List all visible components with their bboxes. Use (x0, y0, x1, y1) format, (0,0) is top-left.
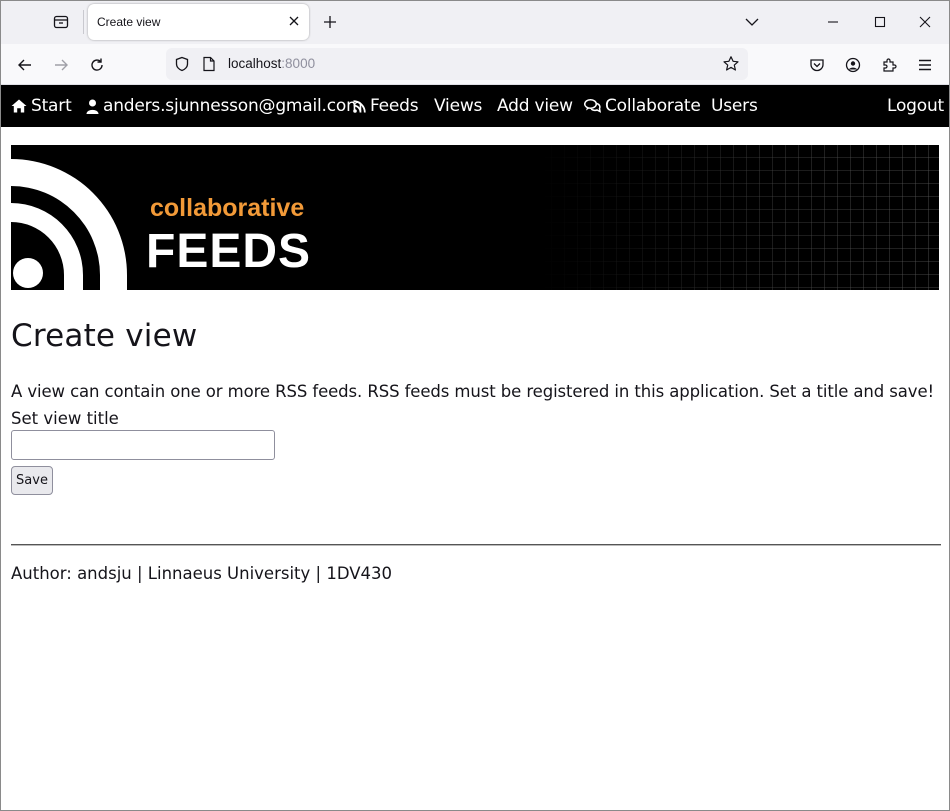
nav-logout-link[interactable]: Logout (887, 96, 944, 116)
tab-separator (83, 10, 84, 34)
browser-tab-active[interactable]: Create view (88, 4, 309, 40)
save-button[interactable]: Save (11, 466, 53, 495)
back-arrow-icon[interactable] (12, 52, 38, 78)
nav-users-link[interactable]: Users (711, 96, 758, 116)
new-tab-plus-icon[interactable] (318, 10, 342, 34)
nav-views-link[interactable]: Views (434, 96, 482, 116)
url-host: localhost (228, 56, 282, 71)
page-info-icon[interactable] (202, 56, 216, 72)
pocket-icon[interactable] (804, 52, 830, 78)
banner-subtitle: collaborative (150, 194, 305, 222)
nav-add-view-link[interactable]: Add view (497, 96, 573, 116)
close-tab-icon[interactable] (287, 14, 301, 28)
nav-views-label: Views (434, 96, 483, 116)
firefox-view-icon[interactable] (46, 8, 76, 36)
nav-start-link[interactable]: Start (11, 96, 72, 116)
nav-collaborate-link[interactable]: Collaborate (584, 96, 701, 116)
url-text: localhost:8000 (228, 56, 315, 71)
site-navigation-bar: Start anders.sjunnesson@gmail.com Feeds … (0, 85, 950, 127)
reload-icon[interactable] (84, 52, 110, 78)
extensions-puzzle-icon[interactable] (876, 52, 902, 78)
page-title: Create view (11, 318, 198, 354)
tracking-shield-icon[interactable] (174, 56, 190, 72)
banner-rss-logo-icon (11, 159, 127, 290)
close-window-icon[interactable] (910, 7, 940, 37)
nav-start-label: Start (31, 96, 72, 116)
site-banner: collaborative FEEDS (11, 145, 939, 290)
forward-arrow-icon[interactable] (48, 52, 74, 78)
page-description: A view can contain one or more RSS feeds… (11, 382, 935, 401)
nav-collaborate-label: Collaborate (605, 96, 701, 116)
account-icon[interactable] (840, 52, 866, 78)
browser-tab-strip: Create view (0, 0, 950, 44)
nav-user-email-label: anders.sjunnesson@gmail.com (103, 96, 363, 116)
nav-users-label: Users (711, 96, 758, 116)
banner-grid-pattern (539, 145, 939, 290)
home-icon (11, 99, 27, 113)
tab-title: Create view (97, 15, 161, 29)
view-title-input[interactable] (11, 430, 275, 460)
chat-icon (584, 99, 601, 113)
nav-feeds-link[interactable]: Feeds (353, 96, 419, 116)
footer-text: Author: andsju | Linnaeus University | 1… (11, 564, 393, 583)
nav-user-email-link[interactable]: anders.sjunnesson@gmail.com (86, 96, 363, 116)
view-title-label: Set view title (11, 409, 119, 428)
user-icon (86, 99, 99, 114)
list-all-tabs-chevron-icon[interactable] (740, 10, 764, 34)
footer-divider (11, 544, 941, 546)
rss-icon (353, 99, 366, 113)
bookmark-star-icon[interactable] (722, 55, 740, 73)
banner-title: FEEDS (146, 225, 312, 278)
url-port: :8000 (281, 56, 316, 71)
minimize-window-icon[interactable] (818, 7, 848, 37)
nav-logout-label: Logout (887, 96, 945, 116)
address-bar[interactable]: localhost:8000 (166, 48, 748, 80)
nav-feeds-label: Feeds (370, 96, 419, 116)
hamburger-menu-icon[interactable] (912, 52, 938, 78)
nav-add-view-label: Add view (497, 96, 573, 116)
browser-navigation-toolbar: localhost:8000 (0, 44, 950, 85)
maximize-window-icon[interactable] (865, 7, 895, 37)
